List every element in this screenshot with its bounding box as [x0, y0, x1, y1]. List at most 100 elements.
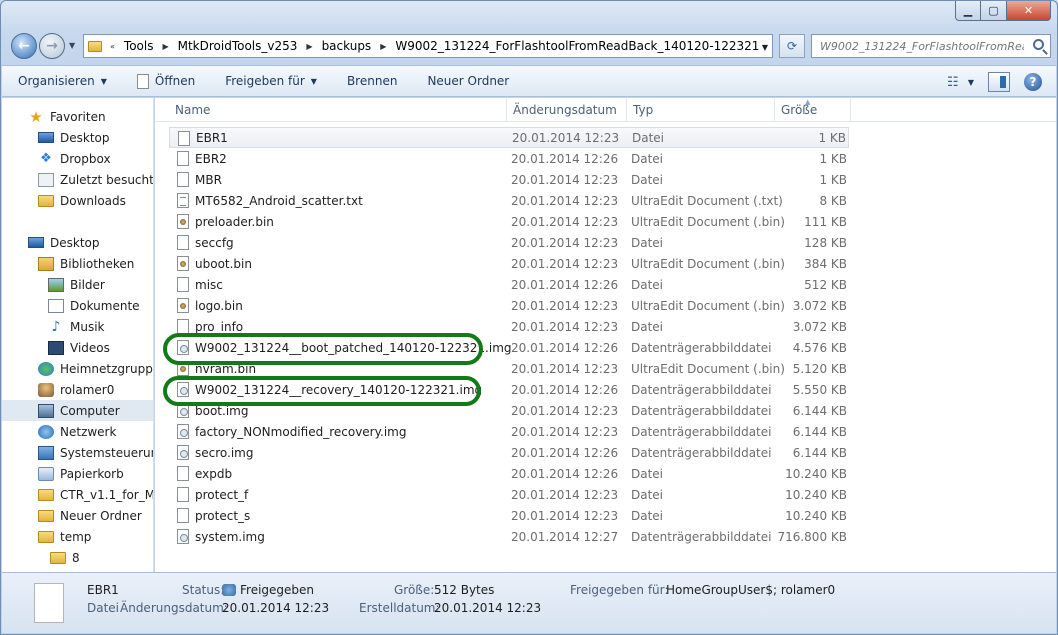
- forward-button[interactable]: →: [39, 33, 65, 59]
- nav-item-label: Zuletzt besucht: [60, 172, 154, 187]
- nav-item-label: 8: [72, 550, 80, 565]
- column-header-date[interactable]: Änderungsdatum: [507, 98, 627, 122]
- breadcrumb-current-folder[interactable]: W9002_131224_ForFlashtoolFromReadBack_14…: [395, 39, 759, 53]
- nav-item-music[interactable]: ♪ Musik: [2, 316, 153, 337]
- navigation-pane[interactable]: ★ Favoriten Desktop ❖ Dropbox Zuletzt be…: [2, 98, 154, 572]
- file-type: Datei: [631, 277, 664, 292]
- nav-item-computer[interactable]: Computer: [2, 400, 153, 421]
- explorer-window: ▁ ▢ ✕ ← → ▼ « Tools ▶ MtkDroidTools_v253…: [0, 0, 1058, 635]
- breadcrumb-separator-icon[interactable]: ▶: [306, 42, 312, 51]
- file-size: 384 KB: [804, 256, 847, 271]
- disk-image-icon: [177, 340, 189, 355]
- help-icon[interactable]: ?: [1024, 73, 1042, 91]
- nav-item-user[interactable]: rolamer0: [2, 379, 153, 400]
- folder-icon: [38, 488, 54, 501]
- details-modified-label: Änderungsdatum:: [120, 601, 228, 615]
- burn-button[interactable]: Brennen: [347, 74, 397, 88]
- star-icon: ★: [29, 107, 43, 126]
- documents-icon: [48, 298, 64, 313]
- nav-item-libraries[interactable]: Bibliotheken: [2, 253, 153, 274]
- nav-item-videos[interactable]: Videos: [2, 337, 153, 358]
- file-row[interactable]: seccfg 20.01.2014 12:23 Datei 128 KB: [169, 232, 849, 253]
- breadcrumb-backups[interactable]: backups: [322, 39, 372, 53]
- minimize-button[interactable]: ▁: [955, 1, 981, 21]
- address-bar[interactable]: « Tools ▶ MtkDroidTools_v253 ▶ backups ▶…: [83, 34, 773, 58]
- nav-item-recent-places[interactable]: Zuletzt besucht: [2, 169, 154, 190]
- file-type: UltraEdit Document (.bin): [631, 214, 785, 229]
- nav-item-homegroup[interactable]: Heimnetzgruppe: [2, 358, 153, 379]
- file-size: 512 KB: [804, 277, 847, 292]
- file-row[interactable]: pro_info 20.01.2014 12:23 Datei 3.072 KB: [169, 316, 849, 337]
- back-button[interactable]: ←: [11, 33, 37, 59]
- nav-item-folder-8[interactable]: 8: [2, 547, 153, 568]
- breadcrumb-tools[interactable]: Tools: [124, 39, 154, 53]
- search-box[interactable]: [811, 34, 1051, 58]
- breadcrumb-separator-icon[interactable]: ▶: [162, 42, 168, 51]
- file-row[interactable]: protect_s 20.01.2014 12:23 Datei 10.240 KB: [169, 505, 849, 526]
- file-row[interactable]: logo.bin 20.01.2014 12:23 UltraEdit Docume…: [169, 295, 849, 316]
- file-row[interactable]: MBR 20.01.2014 12:23 Datei 1 KB: [169, 169, 849, 190]
- nav-item-documents[interactable]: Dokumente: [2, 295, 153, 316]
- file-row[interactable]: MT6582_Android_scatter.txt 20.01.2014 12:…: [169, 190, 849, 211]
- file-list[interactable]: Name Änderungsdatum Typ Größe ▲ EBR1 20.0…: [155, 98, 1056, 572]
- ultraedit-file-icon: [177, 214, 189, 229]
- file-row[interactable]: system.img 20.01.2014 12:27 Datenträgerabb…: [169, 526, 849, 547]
- column-header-name[interactable]: Name: [169, 98, 507, 122]
- maximize-button[interactable]: ▢: [981, 1, 1007, 21]
- address-dropdown-icon[interactable]: ▼: [762, 43, 768, 52]
- share-with-menu-button[interactable]: Freigeben für ▼: [225, 74, 317, 88]
- nav-item-desktop[interactable]: Desktop: [2, 127, 153, 148]
- search-input[interactable]: [818, 38, 1026, 54]
- file-size: 10.240 KB: [785, 508, 847, 523]
- nav-item-dropbox[interactable]: ❖ Dropbox: [2, 148, 153, 169]
- organize-menu-button[interactable]: Organisieren ▼: [18, 74, 107, 88]
- file-row[interactable]: nvram.bin 20.01.2014 12:23 UltraEdit Docum…: [169, 358, 849, 379]
- file-row[interactable]: secro.img 20.01.2014 12:26 Datenträgerabbi…: [169, 442, 849, 463]
- refresh-button[interactable]: ⟳: [779, 34, 805, 58]
- search-icon[interactable]: [1033, 39, 1044, 50]
- window-controls: ▁ ▢ ✕: [955, 1, 1051, 21]
- nav-item-recycle-bin[interactable]: Papierkorb: [2, 463, 153, 484]
- disk-image-icon: [177, 424, 189, 439]
- view-options-dropdown-icon[interactable]: ▼: [968, 78, 974, 87]
- file-row[interactable]: W9002_131224__recovery_140120-122321.img…: [169, 379, 849, 400]
- close-button[interactable]: ✕: [1007, 1, 1051, 21]
- videos-icon: [48, 340, 64, 355]
- view-details-icon[interactable]: ☷: [942, 73, 964, 91]
- file-row[interactable]: misc 20.01.2014 12:26 Datei 512 KB: [169, 274, 849, 295]
- file-row[interactable]: boot.img 20.01.2014 12:23 Datenträgerabbil…: [169, 400, 849, 421]
- new-folder-button[interactable]: Neuer Ordner: [427, 74, 509, 88]
- preview-pane-toggle-icon[interactable]: [988, 72, 1010, 92]
- nav-item-folder-ctr[interactable]: CTR_v1.1_for_M: [2, 484, 153, 505]
- nav-item-pictures[interactable]: Bilder: [2, 274, 153, 295]
- nav-item-downloads[interactable]: Downloads: [2, 190, 153, 211]
- file-date: 20.01.2014 12:23: [511, 424, 619, 439]
- nav-item-label: Musik: [70, 319, 105, 334]
- file-row[interactable]: preloader.bin 20.01.2014 12:23 UltraEdit D…: [169, 211, 849, 232]
- nav-item-network[interactable]: Netzwerk: [2, 421, 153, 442]
- open-button[interactable]: Öffnen: [136, 73, 195, 89]
- nav-item-folder-new[interactable]: Neuer Ordner: [2, 505, 153, 526]
- file-row[interactable]: uboot.bin 20.01.2014 12:23 UltraEdit Docum…: [169, 253, 849, 274]
- nav-item-control-panel[interactable]: Systemsteuerung: [2, 442, 153, 463]
- nav-item-desktop-root[interactable]: Desktop: [2, 232, 153, 253]
- file-date: 20.01.2014 12:23: [511, 256, 619, 271]
- column-header-type[interactable]: Typ: [627, 98, 775, 122]
- nav-item-folder-temp[interactable]: temp: [2, 526, 153, 547]
- recent-pages-dropdown-icon[interactable]: ▼: [69, 41, 75, 50]
- file-row[interactable]: expdb 20.01.2014 12:26 Datei 10.240 KB: [169, 463, 849, 484]
- file-row[interactable]: protect_f 20.01.2014 12:23 Datei 10.240 KB: [169, 484, 849, 505]
- file-row[interactable]: factory_NONmodified_recovery.img 20.01.20…: [169, 421, 849, 442]
- file-icon: [177, 487, 189, 502]
- nav-item-favorites[interactable]: ★ Favoriten: [2, 106, 153, 127]
- computer-icon: [38, 403, 54, 418]
- nav-item-label: Bilder: [70, 277, 105, 292]
- overflow-chevron-icon[interactable]: «: [110, 42, 115, 51]
- breadcrumb-mtkdroidtools[interactable]: MtkDroidTools_v253: [178, 39, 298, 53]
- breadcrumb-separator-icon[interactable]: ▶: [380, 42, 386, 51]
- file-row[interactable]: W9002_131224__boot_patched_140120-122321…: [169, 337, 849, 358]
- column-header-size[interactable]: Größe: [775, 98, 851, 122]
- file-row[interactable]: EBR2 20.01.2014 12:26 Datei 1 KB: [169, 148, 849, 169]
- file-row[interactable]: EBR1 20.01.2014 12:23 Datei 1 KB: [169, 127, 849, 148]
- libraries-icon: [38, 256, 54, 271]
